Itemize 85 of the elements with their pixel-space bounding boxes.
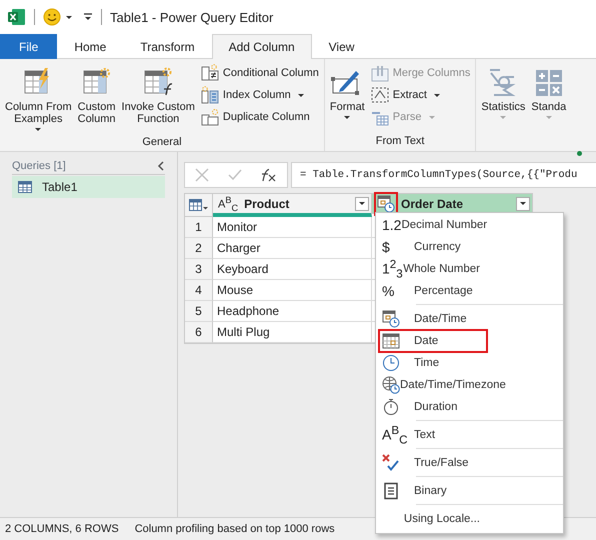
caret-icon	[298, 94, 304, 96]
ribbon-button[interactable]: Extract	[368, 85, 472, 105]
table-icon	[18, 181, 32, 193]
globe-clock-icon	[382, 376, 400, 394]
ribbon-button[interactable]: Format	[328, 59, 367, 133]
caret-icon	[359, 202, 365, 205]
type-glyph: $	[382, 239, 390, 255]
caret-icon	[428, 116, 434, 118]
status-dot	[577, 151, 582, 156]
caret-icon	[546, 116, 552, 119]
type-glyph: 1.2	[382, 217, 402, 233]
ribbon-button[interactable]: Statistics	[479, 59, 528, 133]
calendar-icon	[382, 332, 400, 350]
status-text: Column profiling based on top 1000 rows	[134, 523, 335, 535]
ribbon-button[interactable]: Duplicate Column	[198, 107, 321, 127]
ribbon-button[interactable]: Index Column	[198, 85, 321, 105]
row-number: 5	[185, 301, 213, 322]
ribbon-tab[interactable]: Home	[57, 34, 124, 59]
check-icon[interactable]	[228, 169, 242, 181]
table-menu-icon[interactable]	[188, 199, 208, 211]
clock-icon	[382, 354, 400, 372]
spreadsheet-logo-icon	[8, 8, 26, 26]
menu-item[interactable]: True/False	[376, 452, 563, 474]
row-number: 4	[185, 280, 213, 301]
formula-field[interactable]: = Table.TransformColumnTypes(Source,{{"Produ	[291, 162, 596, 188]
caret-icon	[344, 116, 350, 119]
menu-item[interactable]: Duration	[376, 396, 563, 418]
ribbon-tab[interactable]: Add Column	[212, 34, 312, 59]
column-header[interactable]: Order Date	[372, 194, 533, 214]
ribbon-button[interactable]: Custom Column	[76, 59, 118, 134]
conditional-column-icon	[200, 64, 219, 82]
ribbon-button[interactable]: Standa	[529, 59, 568, 133]
menu-item[interactable]: $ Currency	[376, 236, 563, 258]
query-item[interactable]: Table1	[12, 176, 165, 198]
smiley-icon[interactable]	[43, 8, 61, 26]
ribbon-button[interactable]: Invoke Custom Function	[120, 59, 197, 134]
menu-item[interactable]: Binary	[376, 480, 563, 502]
caret-icon	[434, 94, 440, 96]
menu-item[interactable]: % Percentage	[376, 280, 563, 302]
table-function-icon	[143, 67, 174, 97]
ribbon-tab[interactable]: File	[0, 34, 58, 59]
row-number: 1	[185, 217, 213, 238]
table-cell: Charger	[213, 238, 372, 259]
ribbon-button[interactable]: Conditional Column	[198, 63, 321, 83]
duplicate-column-icon	[200, 108, 219, 126]
cross-check-icon	[382, 454, 400, 472]
column-header[interactable]: A$^{B}$$_{C}$ Product	[213, 194, 372, 217]
merge-columns-icon	[370, 64, 389, 82]
group-label: General	[141, 135, 183, 150]
function-icon[interactable]	[261, 168, 278, 182]
group-label: From Text	[374, 134, 426, 149]
ribbon-button[interactable]: Column From Examples	[3, 59, 74, 134]
ribbon-tab[interactable]: Transform	[123, 34, 212, 59]
table-cell: Multi Plug	[213, 322, 372, 343]
stopwatch-icon	[382, 398, 400, 416]
filter-dropdown[interactable]	[516, 196, 530, 210]
customize-toolbar-icon[interactable]	[83, 12, 93, 22]
table-cell: Mouse	[213, 280, 372, 301]
table-cell: Headphone	[213, 301, 372, 322]
menu-item[interactable]: Time	[376, 352, 563, 374]
caret-icon	[66, 16, 72, 18]
arithmetic-icon	[534, 67, 564, 97]
index-column-icon	[200, 86, 219, 104]
caret-icon	[500, 116, 506, 119]
extract-icon	[370, 86, 389, 104]
type-glyph: %	[382, 283, 394, 299]
table-cell: Keyboard	[213, 259, 372, 280]
calendar-clock-icon	[382, 310, 400, 328]
document-icon	[382, 482, 400, 500]
menu-item[interactable]: Date/Time/Timezone	[376, 374, 563, 396]
caret-icon	[520, 202, 526, 205]
menu-item[interactable]: Using Locale...	[376, 508, 563, 530]
menu-item[interactable]: Date/Time	[376, 308, 563, 330]
row-number: 3	[185, 259, 213, 280]
table-cell: Monitor	[213, 217, 372, 238]
row-number: 6	[185, 322, 213, 343]
panel-heading: Queries [1]	[12, 160, 66, 172]
menu-item[interactable]: 1.2Decimal Number	[376, 214, 563, 236]
window-title: Table1 - Power Query Editor	[110, 10, 274, 24]
row-number: 2	[185, 238, 213, 259]
collapse-icon[interactable]	[157, 161, 165, 171]
caret-icon	[35, 128, 42, 131]
status-text: 2 COLUMNS, 6 ROWS	[5, 523, 119, 535]
ribbon-tab[interactable]: View	[312, 34, 372, 59]
filter-dropdown[interactable]	[355, 196, 369, 210]
